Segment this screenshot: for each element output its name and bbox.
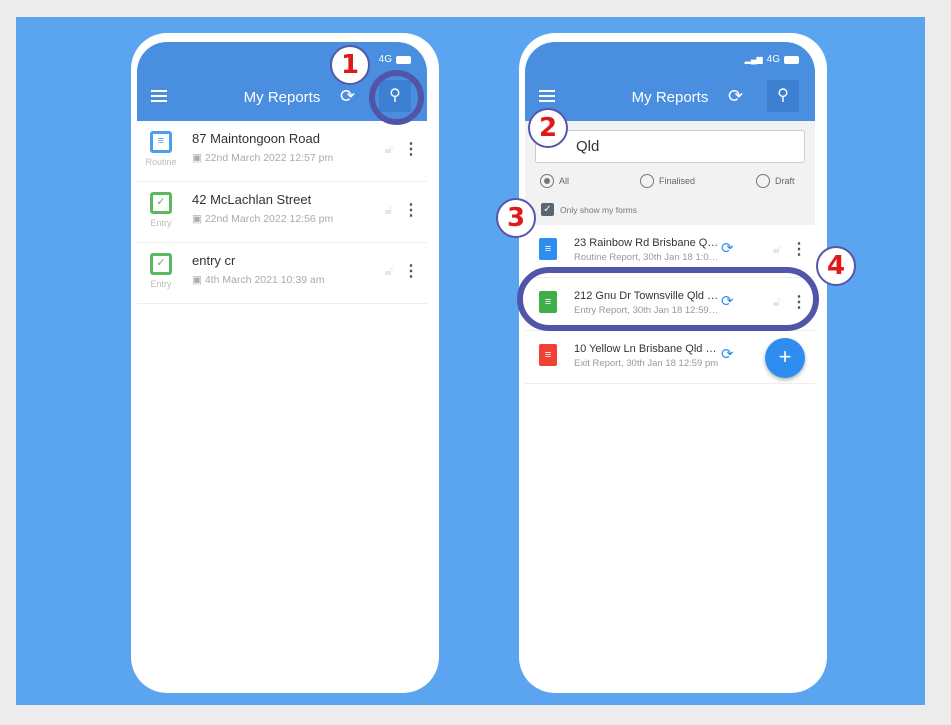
clipboard-icon: ≡ — [539, 238, 557, 260]
search-input[interactable]: Qld — [535, 130, 805, 163]
report-row[interactable]: ≡ Routine 87 Maintongoon Road ▣ 22nd Mar… — [137, 121, 427, 182]
search-panel: Qld All Finalised Draft ✓ Only show my f… — [525, 121, 815, 225]
radio-icon — [540, 174, 554, 188]
report-type: Routine — [145, 157, 177, 167]
filter-finalised[interactable]: Finalised — [640, 174, 695, 188]
clipboard-icon: ≡ — [539, 344, 557, 366]
phone-left: 4G My Reports ⟳ ⚲ ≡ Routine 87 Maintongo… — [131, 33, 439, 693]
report-date: ▣ 4th March 2021 10:39 am — [192, 274, 325, 286]
sync-icon[interactable]: ⟳ — [728, 86, 743, 107]
report-subtitle: Exit Report, 30th Jan 18 12:59 pm — [574, 358, 719, 369]
report-name: 87 Maintongoon Road — [192, 131, 320, 146]
report-row[interactable]: ✓ Entry 42 McLachlan Street ▣ 22nd March… — [137, 182, 427, 243]
search-value: Qld — [576, 138, 600, 155]
report-type: Entry — [150, 218, 172, 228]
report-name: entry cr — [192, 253, 236, 268]
calendar-icon: ≡ — [150, 131, 172, 153]
report-type: Entry — [150, 279, 172, 289]
app-screen: 4G My Reports ⟳ ⚲ ≡ Routine 87 Maintongo… — [137, 42, 427, 682]
report-name: 23 Rainbow Rd Brisbane Qld 4000 — [574, 237, 720, 249]
app-screen: ▂▄▆ 4G My Reports ⟳ ⚲ Qld All Finalised D… — [525, 42, 815, 682]
annotation-badge-2: 2 — [528, 108, 568, 148]
annotation-badge-3: 3 — [496, 198, 536, 238]
status-bar: ▂▄▆ 4G — [745, 54, 799, 65]
filter-draft[interactable]: Draft — [756, 174, 795, 188]
checkbox-label: Only show my forms — [560, 204, 637, 215]
date-text: 4th March 2021 10:39 am — [204, 274, 325, 286]
network-label: 4G — [378, 54, 392, 65]
app-header: ▂▄▆ 4G My Reports ⟳ ⚲ — [525, 42, 815, 121]
more-options-icon[interactable]: ⋮ — [791, 239, 807, 259]
date-text: 22nd March 2022 12:57 pm — [204, 152, 334, 164]
calendar-icon: ▣ — [192, 213, 205, 225]
calendar-check-icon: ✓ — [150, 253, 172, 275]
only-my-forms-checkbox[interactable]: ✓ Only show my forms — [541, 203, 637, 216]
calendar-icon: ▣ — [192, 274, 205, 286]
lock-icon[interactable]: 🔓︎ — [385, 141, 393, 157]
sync-icon[interactable]: ⟳ — [721, 239, 734, 257]
report-date: ▣ 22nd March 2022 12:57 pm — [192, 152, 333, 164]
lock-icon[interactable]: 🔓︎ — [385, 263, 393, 279]
annotation-ring-row — [517, 267, 819, 331]
signal-icon: ▂▄▆ — [744, 55, 763, 64]
more-options-icon[interactable]: ⋮ — [403, 261, 419, 281]
calendar-check-icon: ✓ — [150, 192, 172, 214]
calendar-icon: ▣ — [192, 152, 205, 164]
battery-icon — [784, 55, 799, 64]
filter-all[interactable]: All — [540, 174, 569, 188]
report-subtitle: Routine Report, 30th Jan 18 1:05 pm — [574, 252, 720, 263]
battery-icon — [396, 55, 411, 64]
checkbox-icon: ✓ — [541, 203, 554, 216]
lock-icon[interactable]: 🔓︎ — [773, 241, 781, 257]
annotation-badge-1: 1 — [330, 45, 370, 85]
sync-icon[interactable]: ⟳ — [721, 345, 734, 363]
lock-icon[interactable]: 🔓︎ — [385, 202, 393, 218]
date-text: 22nd March 2022 12:56 pm — [204, 213, 334, 225]
sync-icon[interactable]: ⟳ — [340, 86, 355, 107]
filter-label: All — [559, 176, 570, 186]
radio-icon — [756, 174, 770, 188]
filter-label: Finalised — [659, 176, 696, 186]
more-options-icon[interactable]: ⋮ — [403, 200, 419, 220]
search-icon: ⚲ — [777, 87, 789, 104]
radio-icon — [640, 174, 654, 188]
network-label: 4G — [766, 54, 780, 65]
add-report-fab[interactable]: + — [765, 338, 805, 378]
report-name: 10 Yellow Ln Brisbane Qld 4000 — [574, 343, 720, 355]
report-row[interactable]: ✓ Entry entry cr ▣ 4th March 2021 10:39 … — [137, 243, 427, 304]
more-options-icon[interactable]: ⋮ — [403, 139, 419, 159]
annotation-ring-search — [369, 70, 424, 125]
search-button[interactable]: ⚲ — [767, 80, 799, 112]
annotation-badge-4: 4 — [816, 246, 856, 286]
report-name: 42 McLachlan Street — [192, 192, 312, 207]
filter-label: Draft — [775, 176, 795, 186]
report-date: ▣ 22nd March 2022 12:56 pm — [192, 213, 333, 225]
status-bar: 4G — [379, 54, 411, 65]
